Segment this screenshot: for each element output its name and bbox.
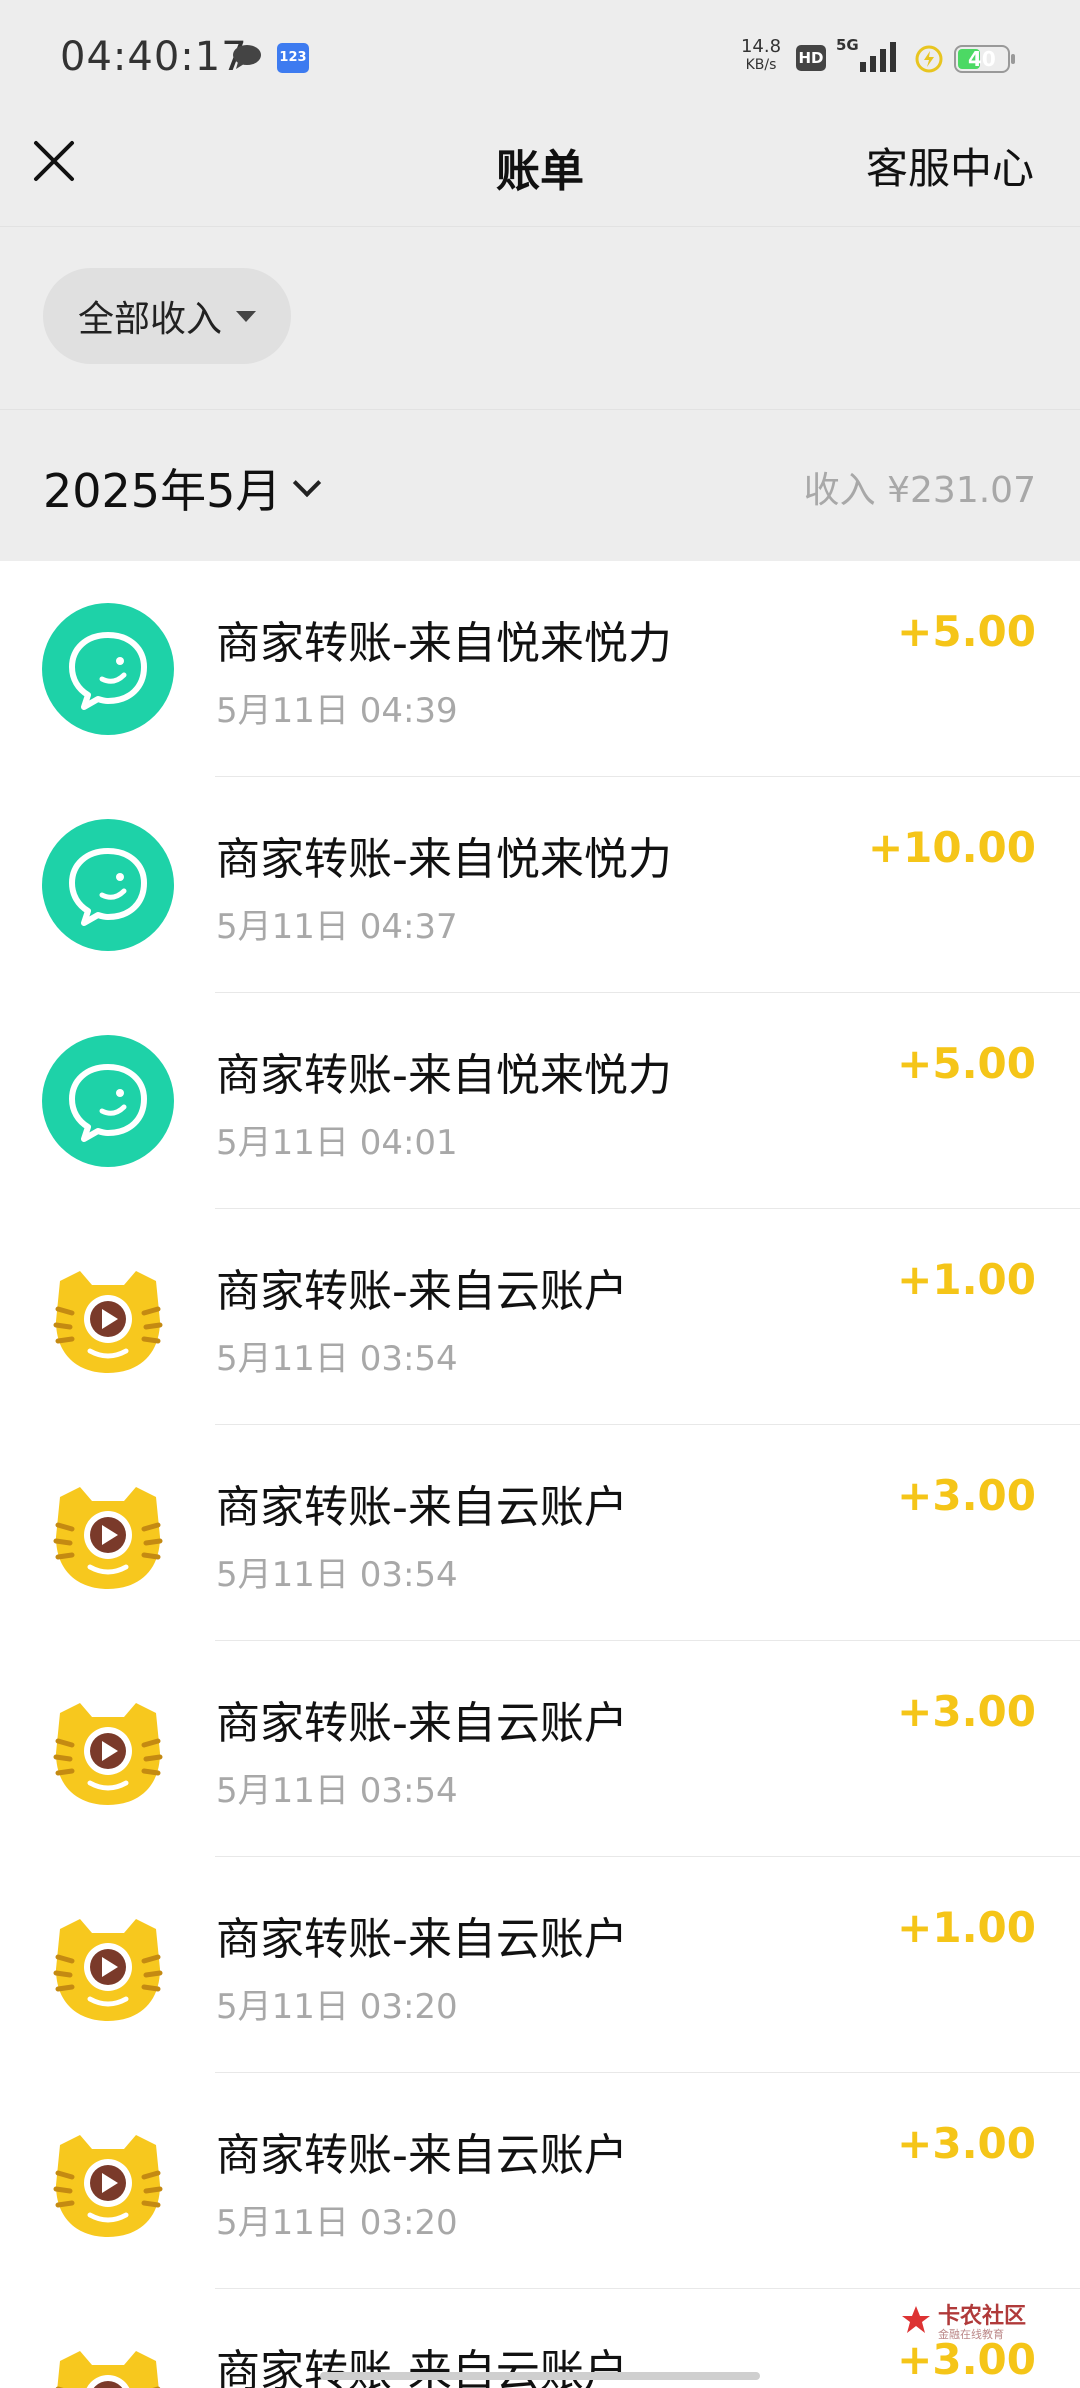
transaction-time: 5月11日 03:20 [216,2203,458,2243]
transaction-row[interactable]: 商家转账-来自云账户 5月11日 03:54 +3.00 [0,1425,1080,1641]
hd-icon: HD [796,45,826,71]
status-bar: 04:40:17 123 14.8 KB/s HD 5G 40 [0,0,1080,115]
signal-icon: 5G [836,36,900,74]
tiger-mascot-icon [42,2115,174,2247]
tiger-mascot-icon [42,1899,174,2031]
transaction-amount: +3.00 [897,1687,1036,1736]
home-indicator[interactable] [320,2372,760,2380]
transaction-time: 5月11日 03:54 [216,1339,458,1379]
power-saving-icon [915,45,943,73]
transaction-time: 5月11日 04:39 [216,691,458,731]
transaction-row[interactable]: 商家转账-来自云账户 5月11日 03:54 +1.00 [0,1209,1080,1425]
watermark-logo: 卡农社区 金融在线教育 [898,2296,1048,2348]
battery-level: 40 [968,47,996,71]
transaction-row[interactable]: 商家转账-来自悦来悦力 5月11日 04:01 +5.00 [0,993,1080,1209]
customer-service-button[interactable]: 客服中心 [866,135,1034,196]
header: 账单 客服中心 [0,115,1080,227]
tiger-mascot-icon [42,1251,174,1383]
battery-icon: 40 [954,44,1016,74]
network-speed-unit: KB/s [745,57,777,73]
transaction-title: 商家转账-来自云账户 [216,1914,628,1965]
transaction-title: 商家转账-来自悦来悦力 [216,1050,672,1101]
transaction-amount: +5.00 [897,1039,1036,1088]
chat-bubble-icon [42,603,174,735]
watermark-icon [902,2306,930,2333]
transaction-row[interactable]: 商家转账-来自云账户 5月11日 03:54 +3.00 [0,1641,1080,1857]
message-notification-icon [233,45,261,69]
status-time: 04:40:17 [60,34,248,80]
transaction-title: 商家转账-来自云账户 [216,1698,628,1749]
transaction-row[interactable]: 商家转账-来自云账户 5月11日 03:20 +1.00 [0,1857,1080,2073]
transaction-time: 5月11日 03:54 [216,1771,458,1811]
transaction-row[interactable]: 商家转账-来自悦来悦力 5月11日 04:37 +10.00 [0,777,1080,993]
network-speed-value: 14.8 [740,36,782,57]
transaction-time: 5月11日 03:20 [216,1987,458,2027]
chat-bubble-icon [42,819,174,951]
filter-bar: 全部收入 [0,228,1080,410]
watermark-tagline: 金融在线教育 [938,2328,1004,2341]
month-label: 2025年5月 [43,464,282,518]
transaction-title: 商家转账-来自云账户 [216,1482,628,1533]
month-bar: 2025年5月 收入 ¥231.07 [0,411,1080,561]
transaction-title: 商家转账-来自云账户 [216,2130,628,2181]
network-speed: 14.8 KB/s [736,38,786,74]
transaction-amount: +5.00 [897,607,1036,656]
tiger-mascot-icon [42,2331,174,2388]
transaction-time: 5月11日 04:01 [216,1123,458,1163]
month-income-summary: 收入 ¥231.07 [803,470,1036,511]
transaction-time: 5月11日 04:37 [216,907,458,947]
tiger-mascot-icon [42,1467,174,1599]
transaction-amount: +1.00 [897,1255,1036,1304]
income-filter-dropdown[interactable]: 全部收入 [43,268,291,364]
filter-label: 全部收入 [77,299,222,340]
transaction-amount: +3.00 [897,2119,1036,2168]
transaction-amount: +10.00 [867,823,1036,872]
transaction-row[interactable]: 商家转账-来自悦来悦力 5月11日 04:39 +5.00 [0,561,1080,777]
app-notification-icon: 123 [277,43,309,73]
transaction-title: 商家转账-来自悦来悦力 [216,618,672,669]
dropdown-triangle-icon [236,310,256,322]
transaction-time: 5月11日 03:54 [216,1555,458,1595]
transaction-amount: +1.00 [897,1903,1036,1952]
chevron-down-icon [293,468,322,498]
transaction-amount: +3.00 [897,1471,1036,1520]
transaction-row[interactable]: 商家转账-来自云账户 5月11日 03:20 +3.00 [0,2073,1080,2289]
chat-bubble-icon [42,1035,174,1167]
transaction-title: 商家转账-来自云账户 [216,1266,628,1317]
month-selector[interactable]: 2025年5月 [43,455,322,521]
tiger-mascot-icon [42,1683,174,1815]
transaction-list: 商家转账-来自悦来悦力 5月11日 04:39 +5.00 商家转账-来自悦来悦力 5月… [0,561,1080,2388]
transaction-title: 商家转账-来自云账户 [216,2346,628,2388]
network-type: 5G [836,36,859,54]
transaction-title: 商家转账-来自悦来悦力 [216,834,672,885]
